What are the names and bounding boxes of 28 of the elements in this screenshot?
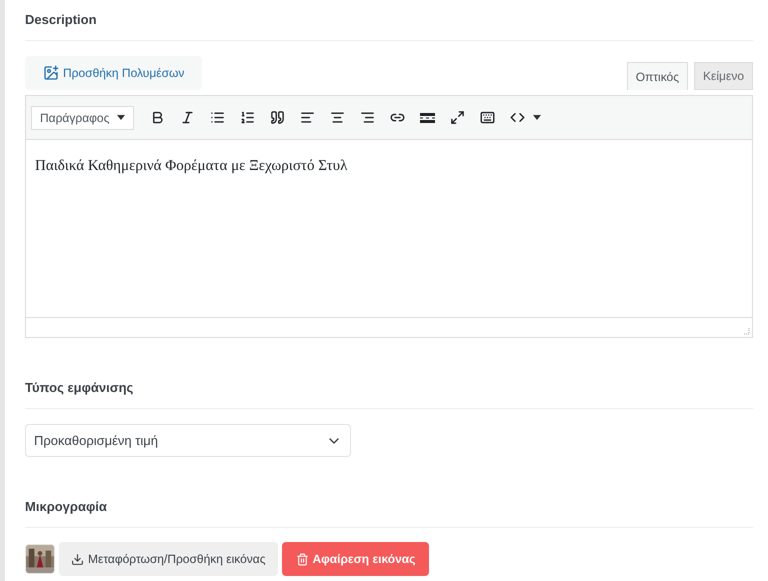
trash-icon <box>296 552 309 566</box>
bold-icon <box>150 110 166 125</box>
keyboard-icon <box>480 110 496 125</box>
section-heading: Μικρογραφία <box>25 499 107 514</box>
download-icon <box>71 552 84 566</box>
align-center-icon <box>330 110 346 125</box>
editor-tab[interactable]: Κείμενο <box>694 62 753 90</box>
align-left-icon <box>300 110 316 125</box>
numbered-list-icon <box>240 110 256 125</box>
editor-content[interactable]: Παιδικά Καθημερινά Φορέματα με Ξεχωριστό Στυλ <box>35 155 743 178</box>
section-heading: Τύπος εμφάνισης <box>25 380 134 395</box>
fullscreen-icon <box>450 110 466 125</box>
align-right-icon <box>360 110 376 125</box>
read-more-icon <box>420 112 436 122</box>
bullet-list-icon <box>210 110 226 125</box>
italic-icon <box>180 110 196 125</box>
quote-icon <box>270 110 286 125</box>
media-icon <box>43 65 59 81</box>
code-icon <box>510 110 526 125</box>
caret-icon[interactable] <box>533 115 542 120</box>
editor-tab[interactable]: Οπτικός <box>626 62 688 90</box>
caret-icon <box>117 115 126 120</box>
add-media-button[interactable]: Προσθήκη Πολυμέσων <box>25 56 202 90</box>
upload-image-button[interactable]: Μεταφόρτωση/Προσθήκη εικόνας <box>59 542 278 576</box>
display-type-select[interactable]: Προκαθορισμένη τιμή <box>25 424 351 457</box>
resize-handle-icon[interactable] <box>742 327 750 335</box>
section-heading: Description <box>25 12 97 27</box>
format-dropdown[interactable]: Παράγραφος <box>31 106 134 130</box>
